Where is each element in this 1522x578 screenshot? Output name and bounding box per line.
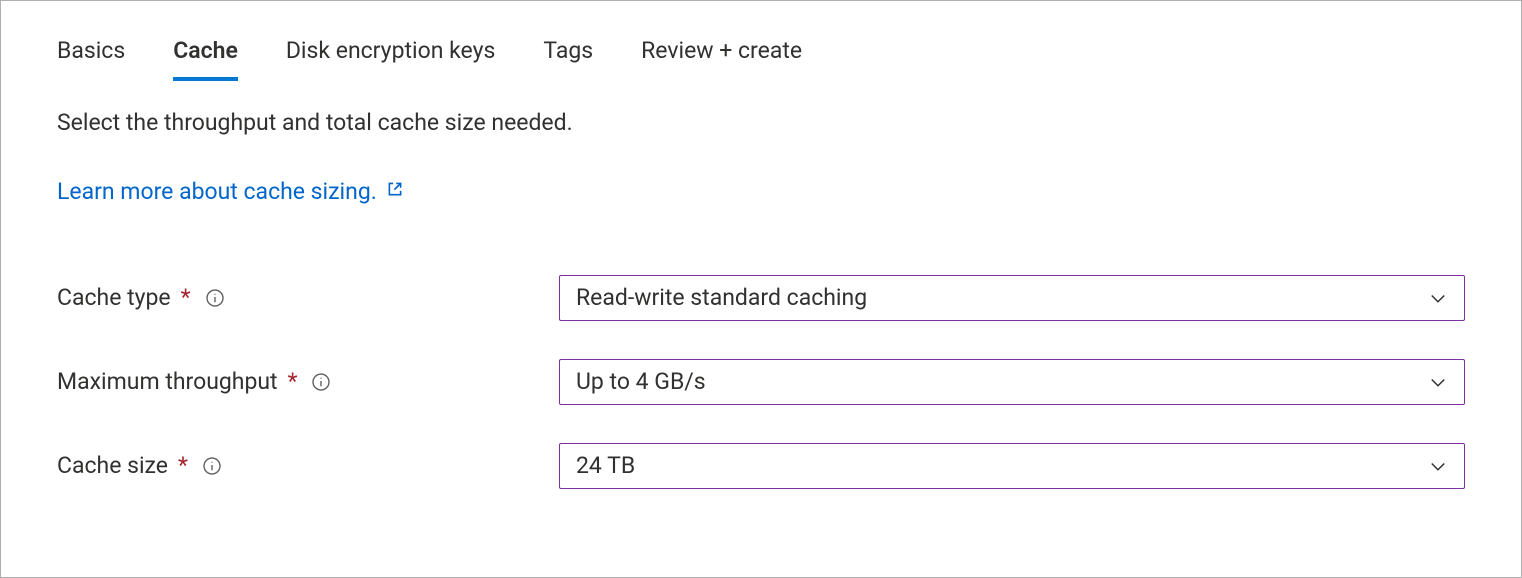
required-indicator: * — [288, 368, 298, 395]
tab-tags[interactable]: Tags — [543, 37, 593, 81]
cache-config-panel: Basics Cache Disk encryption keys Tags R… — [0, 0, 1522, 578]
select-max-throughput-value: Up to 4 GB/s — [576, 368, 706, 395]
section-description: Select the throughput and total cache si… — [57, 109, 1465, 136]
wizard-tabs: Basics Cache Disk encryption keys Tags R… — [57, 37, 1465, 81]
row-cache-size: Cache size * 24 TB — [57, 443, 1465, 489]
chevron-down-icon — [1428, 456, 1448, 476]
info-icon[interactable] — [202, 456, 222, 476]
label-cache-size: Cache size * — [57, 452, 559, 479]
row-cache-type: Cache type * Read-write standard caching — [57, 275, 1465, 321]
tab-review-create[interactable]: Review + create — [641, 37, 802, 81]
label-cache-type-text: Cache type — [57, 284, 171, 311]
row-max-throughput: Maximum throughput * Up to 4 GB/s — [57, 359, 1465, 405]
info-icon[interactable] — [205, 288, 225, 308]
info-icon[interactable] — [311, 372, 331, 392]
required-indicator: * — [178, 452, 188, 479]
label-cache-size-text: Cache size — [57, 452, 168, 479]
tab-cache[interactable]: Cache — [173, 37, 238, 81]
select-max-throughput[interactable]: Up to 4 GB/s — [559, 359, 1465, 405]
label-max-throughput-text: Maximum throughput — [57, 368, 278, 395]
tab-disk-encryption-keys[interactable]: Disk encryption keys — [286, 37, 496, 81]
label-cache-type: Cache type * — [57, 284, 559, 311]
cache-form: Cache type * Read-write standard caching — [57, 275, 1465, 489]
chevron-down-icon — [1428, 372, 1448, 392]
select-cache-size[interactable]: 24 TB — [559, 443, 1465, 489]
label-max-throughput: Maximum throughput * — [57, 368, 559, 395]
select-cache-type-value: Read-write standard caching — [576, 284, 867, 311]
learn-more-text: Learn more about cache sizing. — [57, 178, 377, 205]
required-indicator: * — [181, 284, 191, 311]
external-link-icon — [385, 178, 405, 205]
chevron-down-icon — [1428, 288, 1448, 308]
learn-more-link[interactable]: Learn more about cache sizing. — [57, 178, 405, 205]
select-cache-size-value: 24 TB — [576, 452, 635, 479]
select-cache-type[interactable]: Read-write standard caching — [559, 275, 1465, 321]
tab-basics[interactable]: Basics — [57, 37, 125, 81]
